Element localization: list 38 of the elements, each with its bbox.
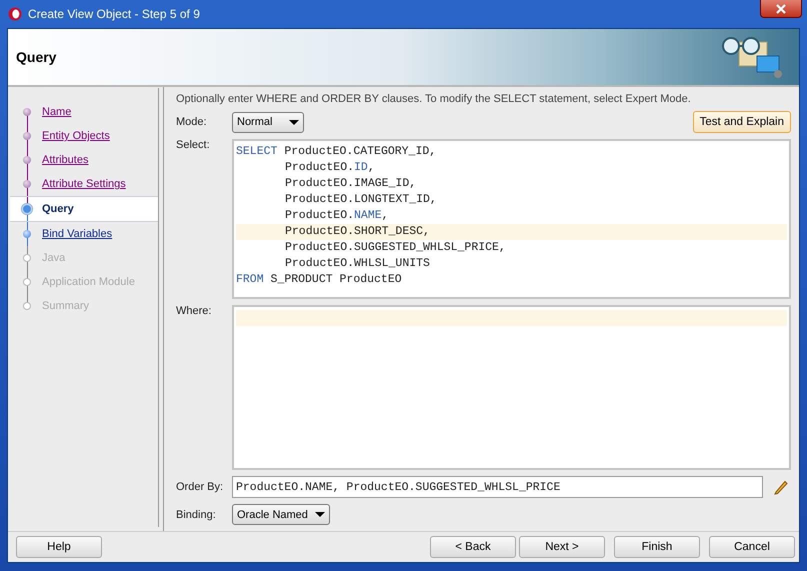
wizard-step[interactable]: Query: [10, 196, 158, 222]
binding-dropdown[interactable]: Oracle Named: [232, 504, 330, 525]
field-label: Order By:: [176, 481, 224, 493]
code-line: FROM S_PRODUCT ProductEO: [236, 273, 402, 286]
code-line: ProductEO.IMAGE_ID,: [284, 177, 416, 190]
wizard-step[interactable]: Entity Objects: [10, 124, 158, 148]
wizard-step[interactable]: Attributes: [10, 148, 158, 172]
code-line: ProductEO.WHLSL_UNITS: [284, 257, 430, 270]
code-line: ProductEO.LONGTEXT_ID,: [284, 193, 437, 206]
field-label: Select:: [176, 139, 211, 151]
window-title: Create View Object - Step 5 of 9: [28, 7, 200, 21]
finish-button[interactable]: Finish: [614, 536, 700, 558]
pencil-icon[interactable]: [773, 479, 789, 495]
app-icon: [8, 7, 22, 21]
glasses-monitor-icon: [721, 34, 785, 80]
wizard-step[interactable]: Bind Variables: [10, 222, 158, 246]
code-line: ProductEO.SUGGESTED_WHLSL_PRICE,: [284, 241, 506, 254]
select-editor[interactable]: [232, 139, 791, 299]
code-line: ProductEO.SHORT_DESC,: [284, 225, 430, 238]
back-button[interactable]: < Back: [430, 536, 516, 558]
close-icon: [776, 4, 786, 14]
wizard-step[interactable]: Attribute Settings: [10, 172, 158, 196]
order-by-field[interactable]: ProductEO.NAME, ProductEO.SUGGESTED_WHLSL_PRICE: [232, 476, 763, 498]
help-button[interactable]: Help: [16, 536, 102, 558]
cancel-button[interactable]: Cancel: [709, 536, 795, 558]
code-line: SELECT ProductEO.CATEGORY_ID,: [236, 145, 436, 158]
field-label: Mode:: [176, 116, 208, 128]
code-line: ProductEO.ID,: [284, 161, 375, 174]
code-line: ProductEO.NAME,: [284, 209, 389, 222]
next-button[interactable]: Next >: [519, 536, 605, 558]
mode-dropdown[interactable]: Normal: [232, 112, 304, 132]
field-label: Where:: [176, 305, 212, 317]
instructions: Optionally enter WHERE and ORDER BY clauses. To modify the SELECT statement, select Expert Mode.: [176, 93, 692, 105]
wizard-step[interactable]: Name: [10, 100, 158, 124]
test-and-explain-button[interactable]: Test and Explain: [692, 111, 791, 133]
close-button[interactable]: [760, 0, 802, 18]
field-label: Binding:: [176, 508, 217, 520]
page-title: Query: [16, 49, 56, 65]
